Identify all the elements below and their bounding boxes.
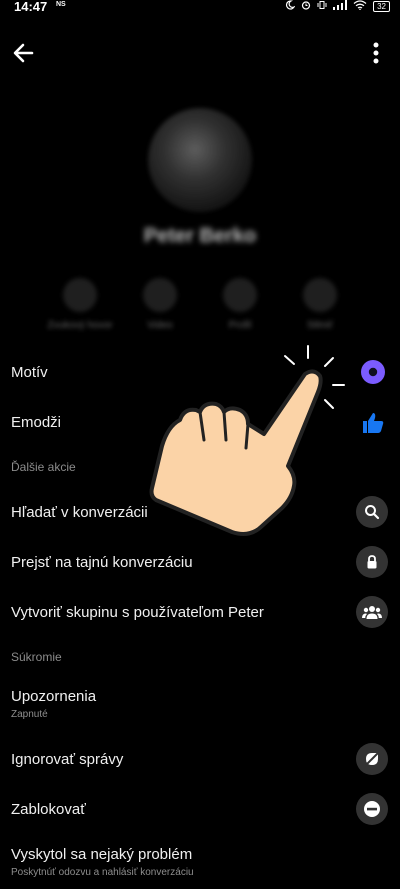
- status-icons: 32: [285, 0, 390, 12]
- section-more-actions: Ďalšie akcie: [11, 460, 76, 474]
- search-row[interactable]: Hľadať v konverzácii: [0, 490, 400, 534]
- theme-label: Motív: [11, 364, 48, 381]
- group-label: Vytvoriť skupinu s používateľom Peter: [11, 604, 264, 621]
- secret-conversation-row[interactable]: Prejsť na tajnú konverzáciu: [0, 540, 400, 584]
- block-label: Zablokovať: [11, 801, 86, 818]
- video-icon: [143, 278, 177, 312]
- back-button[interactable]: [10, 39, 38, 67]
- vibrate-icon: [317, 0, 327, 15]
- ignore-messages-row[interactable]: Ignorovať správy: [0, 738, 400, 782]
- action-label: Video: [147, 320, 173, 331]
- top-bar: [0, 32, 400, 72]
- section-privacy: Súkromie: [11, 650, 62, 664]
- block-row[interactable]: Zablokovať: [0, 788, 400, 832]
- profile-actions: Zvukový hovor Video Profil Stlmiť: [40, 278, 360, 331]
- thumbs-up-icon: [360, 410, 386, 436]
- emoji-row[interactable]: Emodži: [0, 402, 400, 442]
- notifications-label: Upozornenia: [11, 688, 97, 705]
- report-problem-row[interactable]: Vyskytol sa nejaký problém Poskytnúť odo…: [0, 838, 400, 884]
- emoji-label: Emodži: [11, 414, 62, 431]
- bell-icon: [303, 278, 337, 312]
- phone-icon: [63, 278, 97, 312]
- action-mute[interactable]: Stlmiť: [280, 278, 360, 331]
- profile-name: Peter Berko: [143, 225, 257, 247]
- action-label: Profil: [228, 320, 252, 331]
- status-ns-badge: NS: [56, 1, 66, 8]
- create-group-row[interactable]: Vytvoriť skupinu s používateľom Peter: [0, 590, 400, 634]
- lock-icon: [356, 546, 388, 578]
- more-vertical-icon: [373, 42, 379, 64]
- notifications-row[interactable]: Upozornenia Zapnuté: [0, 680, 400, 726]
- signal-icon: [333, 0, 348, 15]
- profile-icon: [223, 278, 257, 312]
- theme-row[interactable]: Motív: [0, 352, 400, 392]
- more-options-button[interactable]: [366, 40, 386, 66]
- theme-circle-icon: [360, 359, 386, 385]
- status-bar: 14:47 NS 32: [0, 0, 400, 14]
- action-audio-call[interactable]: Zvukový hovor: [40, 278, 120, 331]
- moon-icon: [285, 0, 296, 15]
- ignore-slash-icon: [356, 743, 388, 775]
- action-label: Stlmiť: [307, 320, 333, 331]
- status-time: 14:47: [14, 0, 48, 14]
- secret-label: Prejsť na tajnú konverzáciu: [11, 554, 193, 571]
- action-profile[interactable]: Profil: [200, 278, 280, 331]
- action-video[interactable]: Video: [120, 278, 200, 331]
- action-label: Zvukový hovor: [47, 320, 113, 331]
- battery-indicator: 32: [373, 0, 390, 12]
- avatar[interactable]: [148, 108, 252, 212]
- search-label: Hľadať v konverzácii: [11, 504, 148, 521]
- problem-sub: Poskytnúť odozvu a nahlásiť konverzáciu: [11, 867, 194, 878]
- profile-header: Peter Berko Zvukový hovor Video Profil S…: [0, 100, 400, 340]
- alarm-icon: [301, 0, 311, 15]
- block-minus-icon: [356, 793, 388, 825]
- search-icon: [356, 496, 388, 528]
- wifi-icon: [353, 0, 367, 15]
- problem-label: Vyskytol sa nejaký problém: [11, 846, 193, 863]
- people-icon: [356, 596, 388, 628]
- notifications-status: Zapnuté: [11, 709, 48, 720]
- back-arrow-icon: [13, 43, 34, 63]
- ignore-label: Ignorovať správy: [11, 751, 124, 768]
